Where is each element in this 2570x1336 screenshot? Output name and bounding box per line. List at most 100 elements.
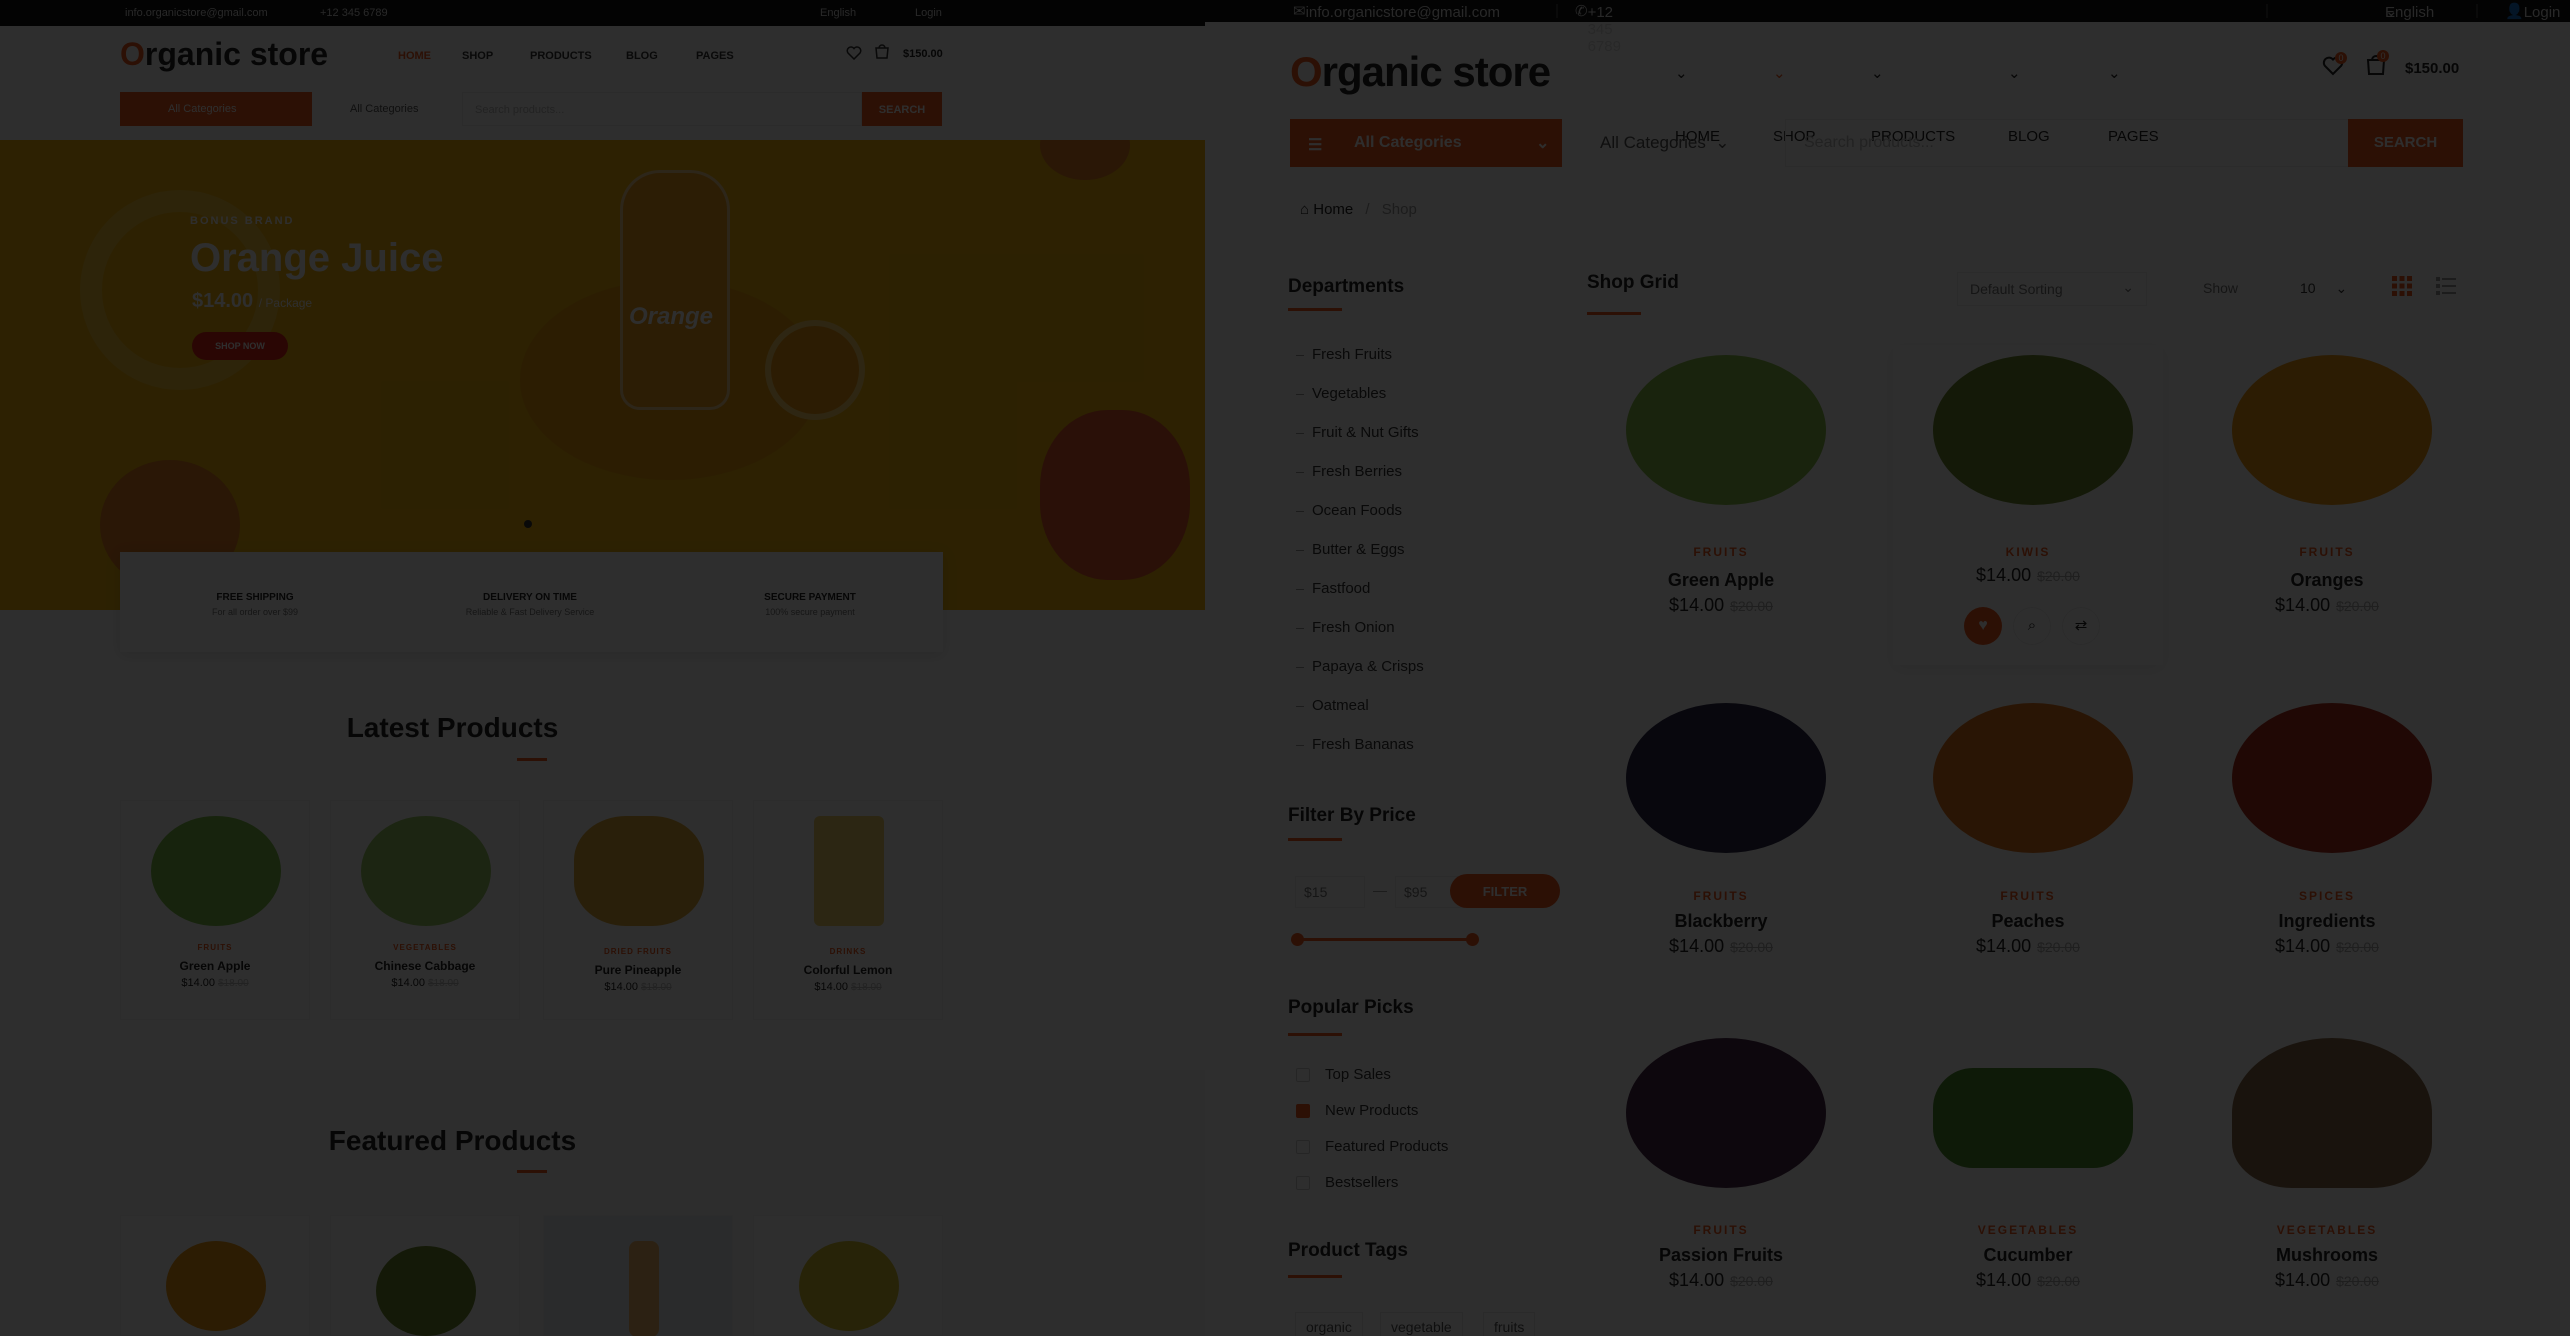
department-item[interactable]: Oatmeal xyxy=(1296,697,1369,714)
hero-shop-button[interactable]: SHOP NOW xyxy=(192,332,288,360)
home-search-input[interactable]: Search products... xyxy=(462,92,862,126)
department-item[interactable]: Butter & Eggs xyxy=(1296,541,1405,558)
product-image[interactable] xyxy=(574,816,704,926)
home-topbar-login[interactable]: Login xyxy=(915,7,942,19)
compare-shuffle-icon[interactable]: ⇄ xyxy=(2062,607,2100,645)
shop-nav-blog[interactable]: BLOG ⌄ xyxy=(2008,64,2050,145)
product-image[interactable] xyxy=(376,1246,476,1336)
popular-pick-label[interactable]: New Products xyxy=(1325,1102,1418,1119)
home-search-button[interactable]: SEARCH xyxy=(862,92,942,126)
popular-pick-label[interactable]: Top Sales xyxy=(1325,1066,1391,1083)
shop-category-select[interactable]: All Categories ⌄ xyxy=(1600,119,1755,167)
product-card[interactable]: FRUITS Blackberry $14.00 $20.00 xyxy=(1586,693,1856,1013)
shop-topbar-phone[interactable]: ✆ +12 345 6789 xyxy=(1555,2,1621,55)
shop-search-input[interactable]: Search products... xyxy=(1785,119,2350,167)
shop-topbar-login[interactable]: 👤 Login xyxy=(2505,2,2560,21)
price-slider-track[interactable] xyxy=(1297,938,1472,941)
product-card[interactable]: FRUITS Green Apple $14.00 $20.00 xyxy=(1586,345,1856,665)
checkbox-new-products[interactable] xyxy=(1296,1104,1310,1118)
home-topbar-language[interactable]: English xyxy=(820,7,856,19)
home-nav-home[interactable]: HOME xyxy=(398,50,431,62)
featured-product-card[interactable] xyxy=(330,1215,520,1336)
product-image[interactable] xyxy=(2232,355,2432,505)
home-all-categories-button[interactable]: All Categories xyxy=(120,92,312,126)
department-item[interactable]: Vegetables xyxy=(1295,385,1386,402)
latest-product-card[interactable]: FRUITS Green Apple $14.00 $18.00 xyxy=(120,800,310,1020)
shop-nav-products[interactable]: PRODUCTS ⌄ xyxy=(1871,64,1955,145)
shop-cart-total[interactable]: $150.00 xyxy=(2405,60,2459,77)
product-image[interactable] xyxy=(166,1241,266,1331)
home-nav-shop[interactable]: SHOP xyxy=(462,50,493,62)
price-min-input[interactable]: $15 xyxy=(1295,876,1365,908)
product-card[interactable]: VEGETABLES Cucumber $14.00 $20.00 xyxy=(1893,1028,2163,1336)
product-image[interactable] xyxy=(1933,703,2133,853)
home-logo[interactable]: Organic store xyxy=(120,36,328,73)
product-image[interactable] xyxy=(1933,1068,2133,1168)
product-tag[interactable]: fruits xyxy=(1483,1312,1536,1336)
shop-topbar-email[interactable]: ✉ info.organicstore@gmail.com xyxy=(1293,2,1500,21)
product-image[interactable] xyxy=(2232,1038,2432,1188)
grid-view-icon[interactable] xyxy=(2391,275,2413,302)
department-item[interactable]: Fresh Fruits xyxy=(1295,346,1392,363)
product-card-hovered[interactable]: KIWIS $14.00 $20.00 ♥ ⌕ ⇄ xyxy=(1893,345,2163,665)
price-slider-handle-min[interactable] xyxy=(1291,933,1304,946)
checkbox-top-sales[interactable] xyxy=(1296,1068,1310,1082)
featured-product-card[interactable] xyxy=(543,1215,733,1336)
sorting-select[interactable]: Default Sorting ⌄ xyxy=(1957,272,2147,306)
department-item[interactable]: Ocean Foods xyxy=(1295,502,1402,519)
shop-all-categories-button[interactable]: ☰ All Categories ⌄ xyxy=(1290,119,1562,167)
product-image[interactable] xyxy=(629,1241,659,1336)
product-card[interactable]: FRUITS Oranges $14.00 $20.00 xyxy=(2192,345,2462,665)
quick-view-search-icon[interactable]: ⌕ xyxy=(2013,607,2051,645)
home-category-select[interactable]: All Categories xyxy=(350,92,470,126)
add-to-wishlist-heart-icon[interactable]: ♥ xyxy=(1964,607,2002,645)
home-cart-icon[interactable] xyxy=(874,44,890,65)
checkbox-bestsellers[interactable] xyxy=(1296,1176,1310,1190)
featured-product-card[interactable] xyxy=(120,1215,310,1336)
product-card[interactable]: FRUITS Peaches $14.00 $20.00 xyxy=(1893,693,2163,1013)
product-image[interactable] xyxy=(1933,355,2133,505)
home-cart-total[interactable]: $150.00 xyxy=(903,48,943,60)
home-wishlist-icon[interactable] xyxy=(846,46,862,65)
product-image[interactable] xyxy=(1626,355,1826,505)
latest-product-card[interactable]: VEGETABLES Chinese Cabbage $14.00 $18.00 xyxy=(330,800,520,1020)
product-image[interactable] xyxy=(814,816,884,926)
list-view-icon[interactable] xyxy=(2435,275,2457,302)
department-item[interactable]: Fruit & Nut Gifts xyxy=(1296,424,1419,441)
home-topbar-phone[interactable]: +12 345 6789 xyxy=(320,7,388,19)
breadcrumb-home[interactable]: Home xyxy=(1313,201,1353,218)
product-image[interactable] xyxy=(799,1241,899,1331)
product-image[interactable] xyxy=(361,816,491,926)
product-card[interactable]: SPICES Ingredients $14.00 $20.00 xyxy=(2192,693,2462,1013)
shop-nav-home[interactable]: HOME ⌄ xyxy=(1675,64,1720,145)
product-image[interactable] xyxy=(1626,1038,1826,1188)
show-count-select[interactable]: 10 ⌄ xyxy=(2290,272,2370,306)
checkbox-featured-products[interactable] xyxy=(1296,1140,1310,1154)
latest-product-card[interactable]: DRIED FRUITS Pure Pineapple $14.00 $18.00 xyxy=(543,800,733,1020)
shop-search-button[interactable]: SEARCH xyxy=(2348,119,2463,167)
price-slider-handle-max[interactable] xyxy=(1466,933,1479,946)
shop-nav-shop[interactable]: SHOP ⌄ xyxy=(1773,64,1816,145)
product-tag[interactable]: vegetable xyxy=(1380,1312,1463,1336)
shop-topbar-language[interactable]: English ⌄ xyxy=(2385,2,2434,21)
filter-button[interactable]: FILTER xyxy=(1450,874,1560,908)
home-topbar-email[interactable]: info.organicstore@gmail.com xyxy=(125,7,268,19)
shop-logo[interactable]: Organic store xyxy=(1290,48,1551,96)
product-card[interactable]: FRUITS Passion Fruits $14.00 $20.00 xyxy=(1586,1028,1856,1336)
slider-dot[interactable] xyxy=(524,520,532,528)
product-tag[interactable]: organic xyxy=(1295,1312,1363,1336)
product-image[interactable] xyxy=(1626,703,1826,853)
department-item[interactable]: Fastfood xyxy=(1295,580,1370,597)
featured-product-card[interactable] xyxy=(753,1215,943,1336)
product-image[interactable] xyxy=(151,816,281,926)
shop-nav-pages[interactable]: PAGES ⌄ xyxy=(2108,64,2159,145)
popular-pick-label[interactable]: Featured Products xyxy=(1325,1138,1448,1155)
department-item[interactable]: Fresh Bananas xyxy=(1296,736,1414,753)
department-item[interactable]: Fresh Onion xyxy=(1296,619,1395,636)
department-item[interactable]: Fresh Berries xyxy=(1295,463,1402,480)
product-card[interactable]: VEGETABLES Mushrooms $14.00 $20.00 xyxy=(2192,1028,2462,1336)
latest-product-card[interactable]: DRINKS Colorful Lemon $14.00 $18.00 xyxy=(753,800,943,1020)
popular-pick-label[interactable]: Bestsellers xyxy=(1325,1174,1398,1191)
product-image[interactable] xyxy=(2232,703,2432,853)
department-item[interactable]: Papaya & Crisps xyxy=(1296,658,1424,675)
